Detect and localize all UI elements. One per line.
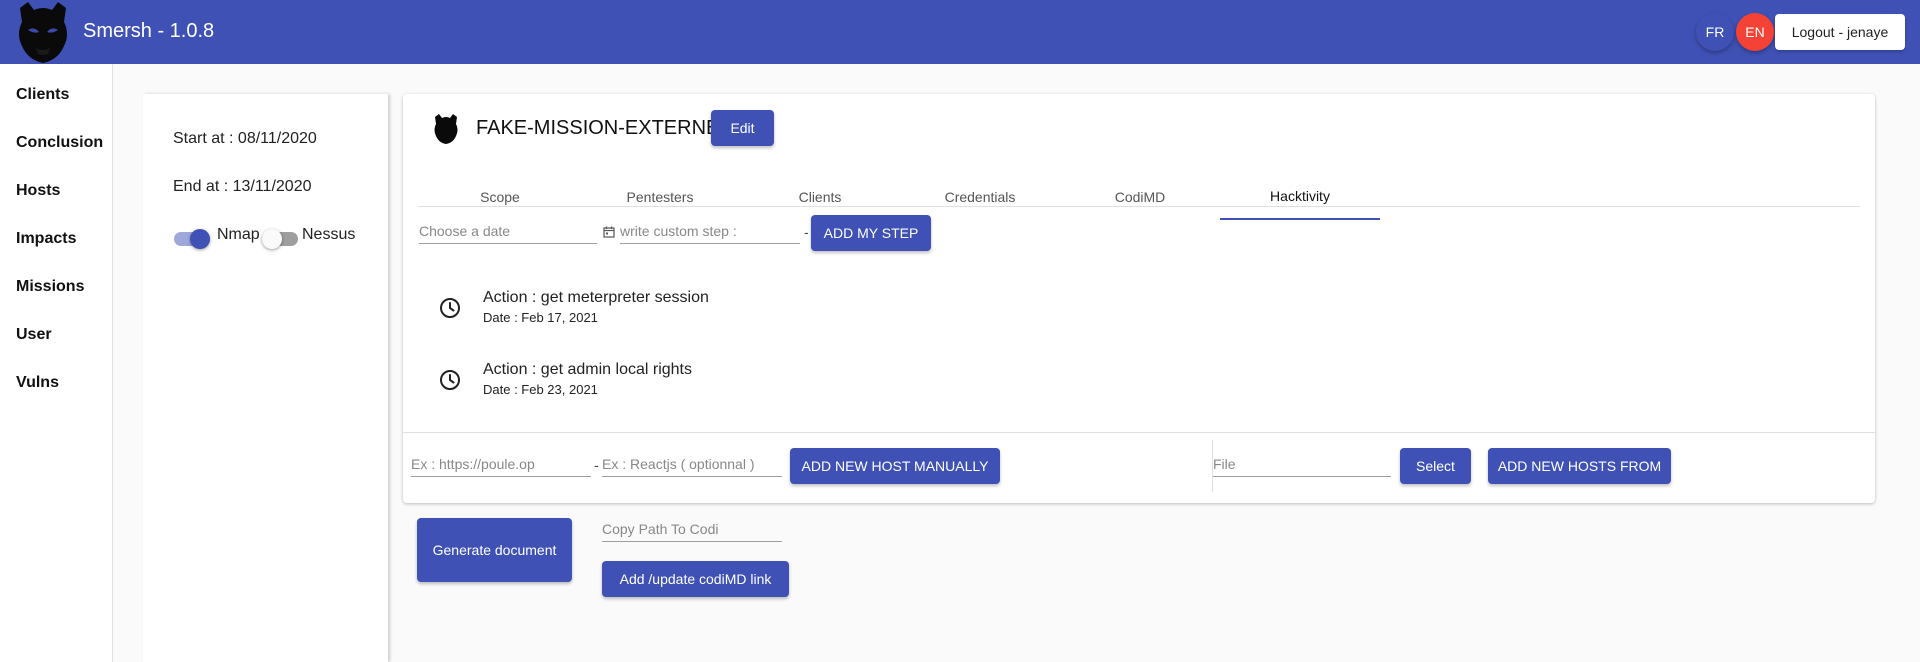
tab-scope[interactable]: Scope (420, 174, 580, 220)
add-hosts-from-file-button[interactable]: ADD NEW HOSTS FROM (1488, 448, 1671, 484)
clock-icon (439, 297, 461, 319)
step-date-input[interactable]: Choose a date (419, 221, 597, 244)
codi-path-input[interactable]: Copy Path To Codi (602, 519, 782, 542)
sidebar-item-hosts[interactable]: Hosts (16, 182, 60, 200)
nmap-toggle[interactable] (174, 229, 210, 249)
host-form-divider (403, 432, 1875, 433)
generate-document-button[interactable]: Generate document (417, 518, 572, 582)
timeline-action: Action : get admin local rights (483, 361, 692, 378)
host-url-input[interactable]: Ex : https://poule.op (411, 454, 591, 477)
custom-step-input[interactable]: write custom step : (620, 221, 800, 244)
mission-card: FAKE-MISSION-EXTERNE Edit Scope Penteste… (403, 94, 1875, 503)
nessus-label: Nessus (302, 226, 356, 243)
host-separator: - (594, 457, 599, 473)
app-title: Smersh - 1.0.8 (83, 20, 215, 42)
timeline-action: Action : get meterpreter session (483, 289, 709, 306)
panther-logo-icon (14, 0, 72, 64)
sidebar-item-clients[interactable]: Clients (16, 86, 69, 104)
sidebar-item-impacts[interactable]: Impacts (16, 230, 76, 248)
calendar-icon[interactable] (603, 225, 615, 238)
edit-mission-button[interactable]: Edit (711, 110, 774, 146)
lang-en-button[interactable]: EN (1736, 13, 1774, 51)
host-tech-input[interactable]: Ex : Reactjs ( optionnal ) (602, 454, 782, 477)
tab-clients[interactable]: Clients (740, 174, 900, 220)
end-date-text: End at : 13/11/2020 (173, 178, 312, 195)
select-file-button[interactable]: Select (1400, 448, 1471, 484)
add-host-manually-button[interactable]: ADD NEW HOST MANUALLY (790, 448, 1000, 484)
update-codimd-link-button[interactable]: Add /update codiMD link (602, 561, 789, 597)
tab-credentials[interactable]: Credentials (900, 174, 1060, 220)
sidebar-nav: Clients Conclusion Hosts Impacts Mission… (0, 64, 113, 662)
clock-icon (439, 369, 461, 391)
sidebar-item-vulns[interactable]: Vulns (16, 374, 59, 392)
nessus-toggle[interactable] (262, 229, 298, 249)
mission-name: FAKE-MISSION-EXTERNE (476, 117, 720, 139)
mission-client-logo-icon (432, 113, 460, 145)
tab-pentesters[interactable]: Pentesters (580, 174, 740, 220)
step-separator: - (804, 224, 809, 240)
host-file-input[interactable]: File (1213, 454, 1391, 477)
tab-hacktivity[interactable]: Hacktivity (1220, 174, 1380, 220)
start-date-text: Start at : 08/11/2020 (173, 130, 317, 147)
add-my-step-button[interactable]: ADD MY STEP (811, 215, 931, 251)
tabs-divider (418, 206, 1860, 207)
mission-info-panel: Start at : 08/11/2020 End at : 13/11/202… (143, 94, 388, 662)
tab-codimd[interactable]: CodiMD (1060, 174, 1220, 220)
timeline-date: Date : Feb 23, 2021 (483, 382, 598, 397)
lang-fr-button[interactable]: FR (1696, 13, 1734, 51)
logout-button[interactable]: Logout - jenaye (1775, 14, 1905, 50)
sidebar-item-user[interactable]: User (16, 326, 52, 344)
top-app-bar: Smersh - 1.0.8 FR EN Logout - jenaye (0, 0, 1920, 64)
sidebar-item-missions[interactable]: Missions (16, 278, 84, 296)
nmap-label: Nmap (217, 226, 260, 243)
sidebar-item-conclusion[interactable]: Conclusion (16, 134, 103, 152)
timeline-date: Date : Feb 17, 2021 (483, 310, 598, 325)
